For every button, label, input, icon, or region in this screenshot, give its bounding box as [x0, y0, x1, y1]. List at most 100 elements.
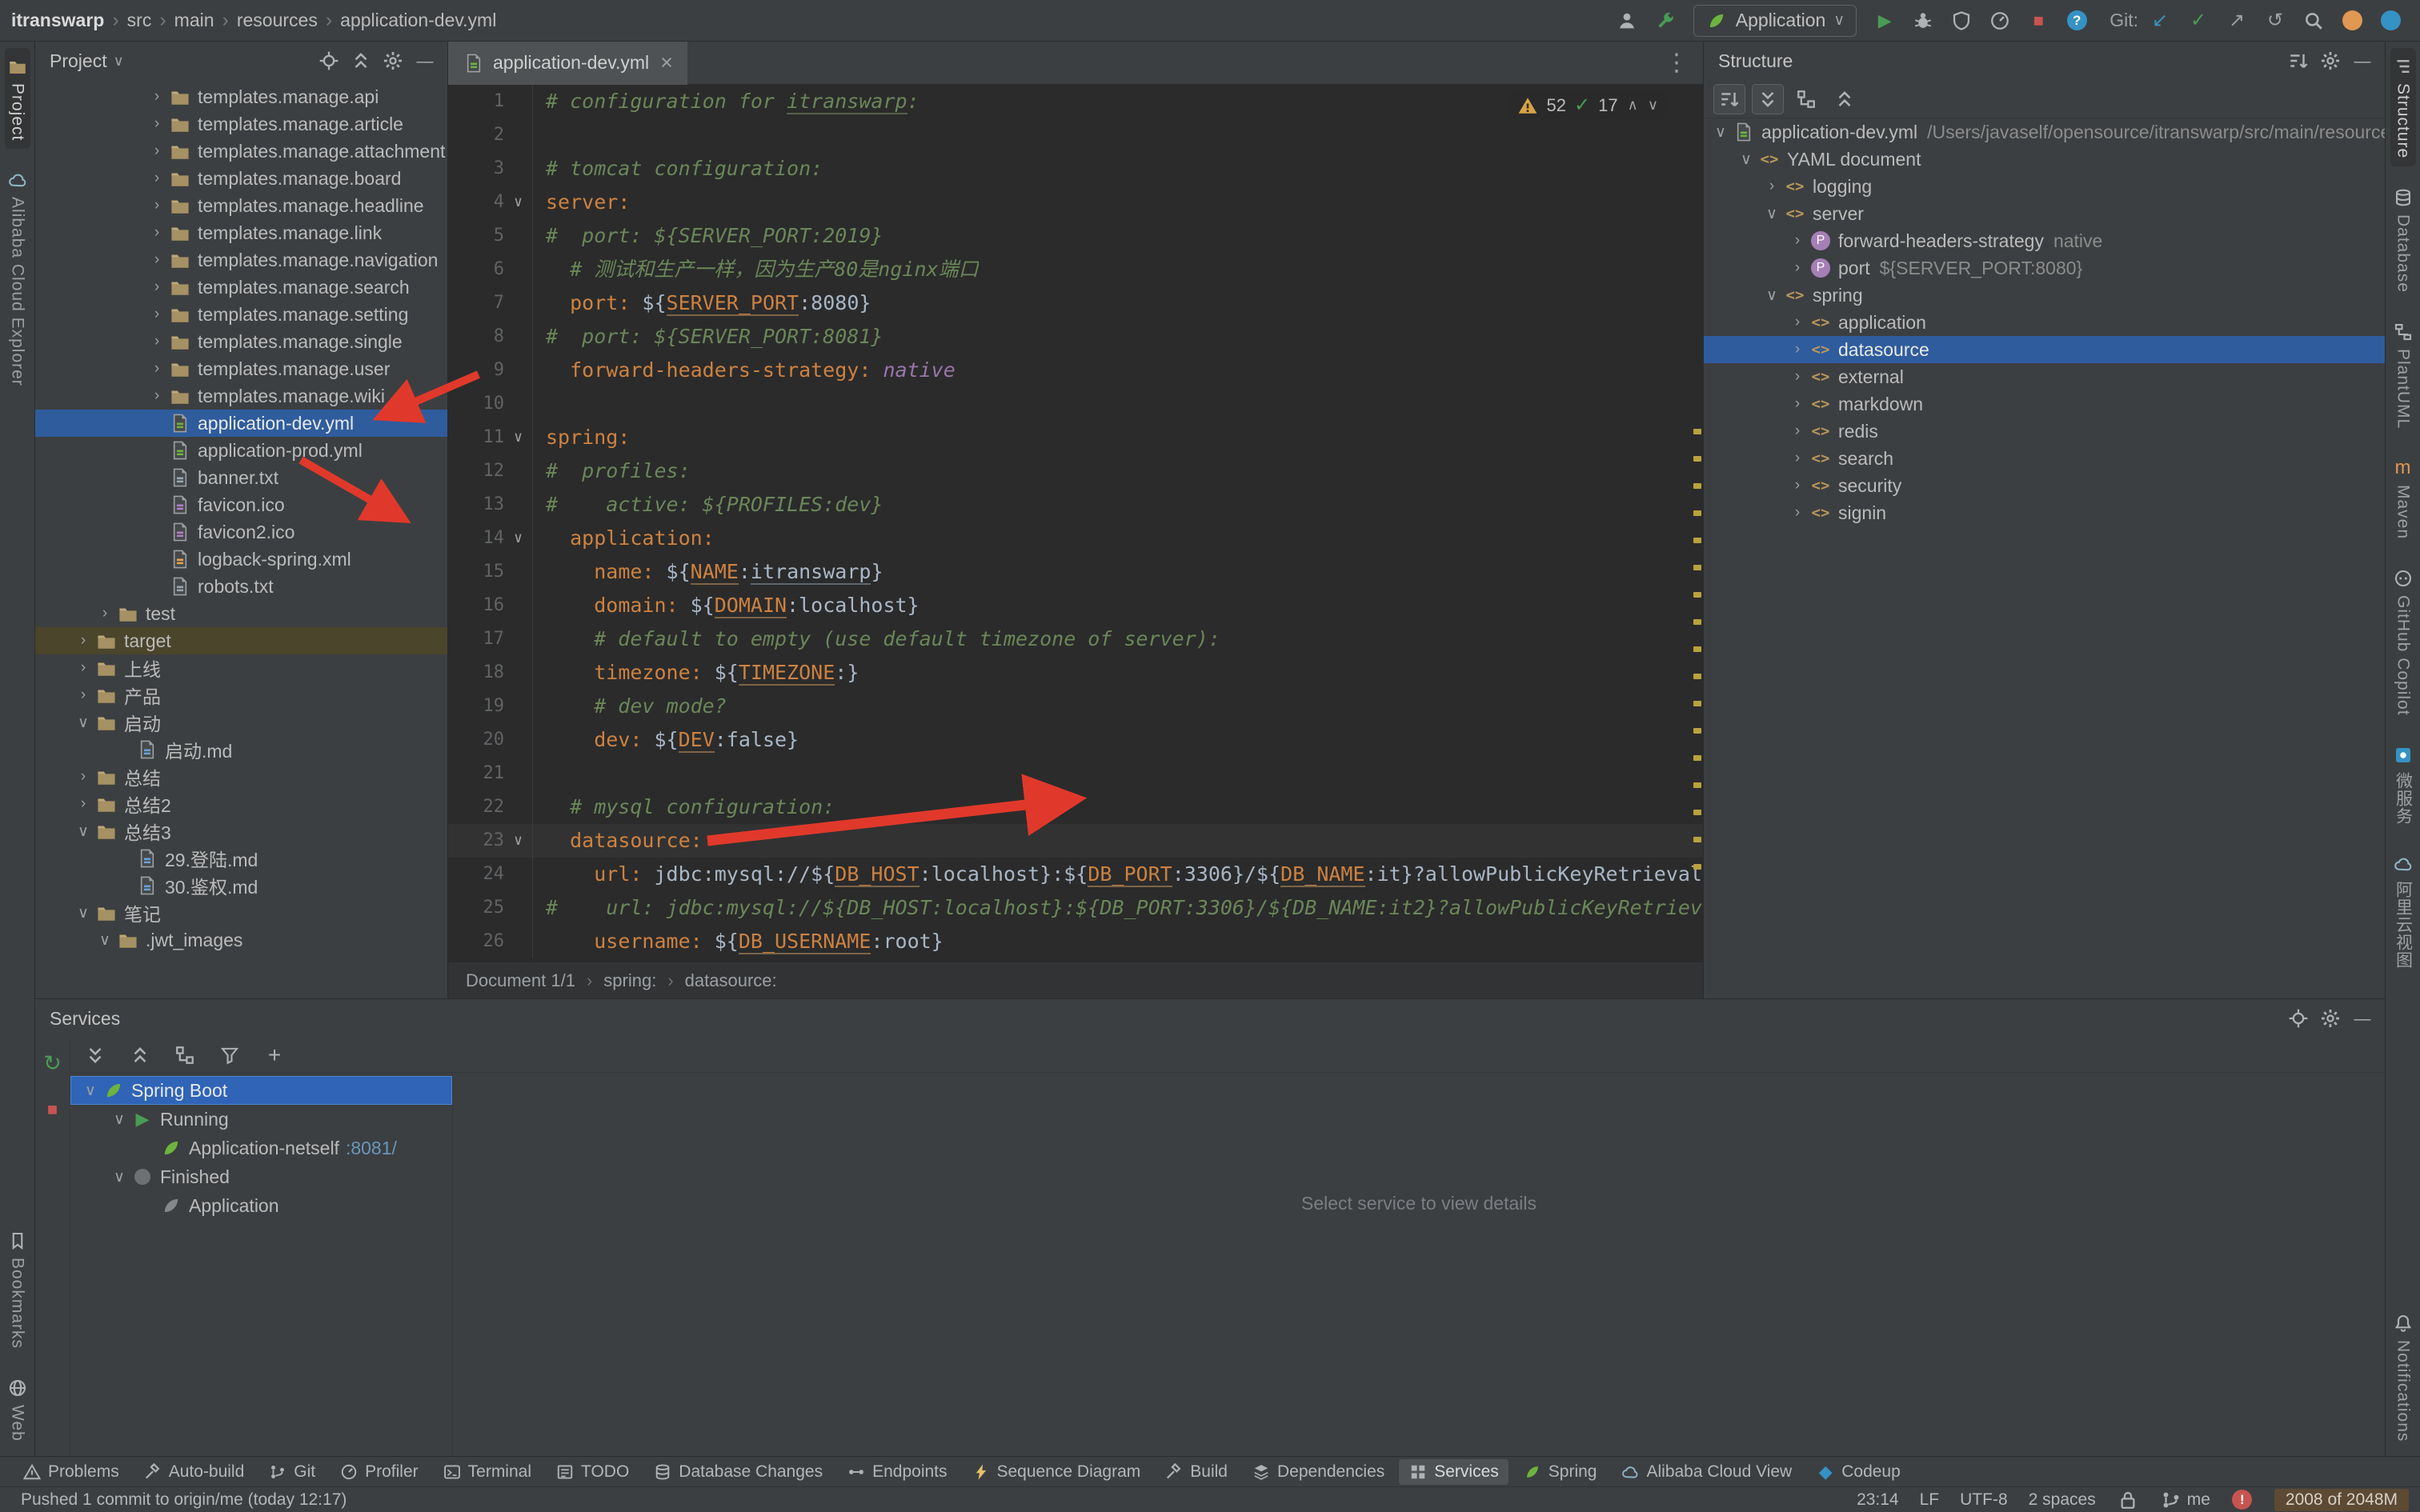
build-tool-button[interactable] — [1647, 5, 1684, 37]
tab-options-icon[interactable]: ⋮ — [1650, 49, 1703, 77]
breadcrumb-item-itranswarp[interactable]: itranswarp — [11, 10, 104, 31]
project-settings-button[interactable] — [377, 46, 409, 75]
structure-node-datasource[interactable]: ›<>datasource — [1704, 336, 2385, 363]
tool-window-button-spring[interactable]: Spring — [1513, 1459, 1607, 1485]
warning-stripe-mark[interactable] — [1693, 456, 1701, 462]
stop-button[interactable]: ■ — [2020, 5, 2057, 37]
project-item-templates-manage-wiki[interactable]: ›templates.manage.wiki — [35, 382, 447, 410]
sort-alphabetically-button[interactable] — [1713, 84, 1745, 114]
code-line-13[interactable]: 13# active: ${PROFILES:dev} — [448, 488, 1703, 522]
warning-stripe-mark[interactable] — [1693, 701, 1701, 706]
fold-marker-icon[interactable]: ∨ — [504, 421, 533, 454]
fold-marker-icon[interactable]: ∨ — [504, 522, 533, 555]
chevron-right-icon[interactable]: › — [1785, 477, 1809, 494]
indent-widget[interactable]: 2 spaces — [2029, 1490, 2096, 1510]
git-branch-widget[interactable]: me — [2160, 1489, 2210, 1511]
project-item-总结2[interactable]: ›总结2 — [35, 790, 447, 818]
code-line-19[interactable]: 19 # dev mode? — [448, 690, 1703, 723]
editor-breadcrumb-spring[interactable]: spring: — [603, 970, 656, 991]
project-item-笔记[interactable]: ∨笔记 — [35, 899, 447, 926]
warning-stripe-mark[interactable] — [1693, 538, 1701, 543]
user-account-button[interactable] — [1609, 5, 1645, 37]
project-item-jwt-images[interactable]: ∨.jwt_images — [35, 926, 447, 954]
structure-node-application-dev-yml[interactable]: ∨application-dev.yml/Users/javaself/open… — [1704, 118, 2385, 146]
help-button[interactable]: ? — [2058, 5, 2095, 37]
project-item-favicon2-ico[interactable]: favicon2.ico — [35, 518, 447, 546]
chevron-right-icon[interactable]: › — [71, 686, 95, 704]
code-line-7[interactable]: 7 port: ${SERVER_PORT:8080} — [448, 286, 1703, 320]
vcs-update-button[interactable]: ↙ — [2142, 5, 2178, 37]
breadcrumb-item-src[interactable]: src — [127, 10, 152, 31]
project-item-templates-manage-attachment[interactable]: ›templates.manage.attachment — [35, 138, 447, 165]
code-line-26[interactable]: 26 username: ${DB_USERNAME:root} — [448, 925, 1703, 958]
memory-indicator[interactable]: 2008 of 2048M — [2274, 1489, 2409, 1511]
warning-stripe-mark[interactable] — [1693, 646, 1701, 652]
line-ending-widget[interactable]: LF — [1920, 1490, 1940, 1510]
code-editor[interactable]: 1# configuration for itranswarp:23# tomc… — [448, 85, 1703, 962]
project-item-templates-manage-navigation[interactable]: ›templates.manage.navigation — [35, 246, 447, 274]
services-options-button[interactable] — [2282, 1004, 2314, 1033]
structure-node-server[interactable]: ∨<>server — [1704, 200, 2385, 227]
add-service-button[interactable]: + — [256, 1039, 293, 1071]
encoding-widget[interactable]: UTF-8 — [1960, 1490, 2008, 1510]
hide-project-button[interactable]: — — [409, 46, 441, 75]
chevron-right-icon[interactable]: › — [145, 142, 169, 160]
project-item-application-prod-yml[interactable]: application-prod.yml — [35, 437, 447, 464]
chevron-down-icon[interactable]: ∨ — [93, 931, 117, 950]
warning-stripe-mark[interactable] — [1693, 429, 1701, 434]
code-line-25[interactable]: 25# url: jdbc:mysql://${DB_HOST:localhos… — [448, 891, 1703, 925]
chevron-right-icon[interactable]: › — [145, 360, 169, 378]
hide-services-button[interactable]: — — [2346, 1004, 2378, 1033]
event-log-error-icon[interactable]: ! — [2231, 1489, 2254, 1511]
breadcrumb-item-application-dev-yml[interactable]: application-dev.yml — [340, 10, 496, 31]
structure-settings-button[interactable] — [2314, 46, 2346, 75]
chevron-right-icon[interactable]: › — [1785, 422, 1809, 440]
tool-stripe-notifications[interactable]: Notifications — [2390, 1305, 2416, 1450]
service-node-finished[interactable]: ∨Finished — [70, 1162, 452, 1191]
chevron-right-icon[interactable]: › — [93, 605, 117, 622]
chevron-down-icon[interactable]: ∨ — [71, 904, 95, 922]
chevron-right-icon[interactable]: › — [71, 632, 95, 650]
tool-stripe-structure[interactable]: Structure — [2390, 48, 2416, 166]
warning-stripe-mark[interactable] — [1693, 483, 1701, 489]
group-services-button[interactable] — [166, 1039, 203, 1071]
warning-stripe-mark[interactable] — [1693, 619, 1701, 625]
chevron-right-icon[interactable]: › — [145, 170, 169, 187]
chevron-down-icon[interactable]: ∨ — [71, 714, 95, 732]
tool-stripe-阿里云视图[interactable]: 阿里云视图 — [2389, 846, 2418, 977]
project-item-templates-manage-headline[interactable]: ›templates.manage.headline — [35, 192, 447, 219]
structure-sort-button[interactable] — [2282, 46, 2314, 75]
chevron-right-icon[interactable]: › — [71, 768, 95, 786]
chevron-right-icon[interactable]: › — [1785, 314, 1809, 331]
expand-with-children-button[interactable] — [1752, 84, 1784, 114]
expand-all-button[interactable] — [77, 1039, 114, 1071]
chevron-down-icon[interactable]: ∨ — [71, 822, 95, 841]
project-item-templates-manage-single[interactable]: ›templates.manage.single — [35, 328, 447, 355]
structure-node-spring[interactable]: ∨<>spring — [1704, 282, 2385, 309]
tool-window-button-terminal[interactable]: Terminal — [433, 1459, 541, 1485]
code-line-4[interactable]: 4∨server: — [448, 186, 1703, 219]
project-item-templates-manage-setting[interactable]: ›templates.manage.setting — [35, 301, 447, 328]
chevron-down-icon[interactable]: ∨ — [1760, 286, 1784, 305]
structure-node-forward-headers-strategy[interactable]: ›Pforward-headers-strategynative — [1704, 227, 2385, 254]
chevron-down-icon[interactable]: ∨ — [107, 1168, 131, 1186]
chevron-right-icon[interactable]: › — [1785, 368, 1809, 386]
filter-services-button[interactable] — [211, 1039, 248, 1071]
tool-window-button-build[interactable]: Build — [1155, 1459, 1237, 1485]
code-line-11[interactable]: 11∨spring: — [448, 421, 1703, 454]
structure-node-yaml-document[interactable]: ∨<>YAML document — [1704, 146, 2385, 173]
project-item-target[interactable]: ›target — [35, 627, 447, 654]
chevron-right-icon[interactable]: › — [1785, 395, 1809, 413]
tool-window-button-sequence-diagram[interactable]: Sequence Diagram — [962, 1459, 1151, 1485]
stop-service-button[interactable]: ■ — [35, 1094, 71, 1126]
project-item-templates-manage-link[interactable]: ›templates.manage.link — [35, 219, 447, 246]
structure-node-security[interactable]: ›<>security — [1704, 472, 2385, 499]
project-item-templates-manage-article[interactable]: ›templates.manage.article — [35, 110, 447, 138]
editor-tab-application-dev-yml[interactable]: application-dev.yml × — [448, 42, 687, 85]
structure-node-signin[interactable]: ›<>signin — [1704, 499, 2385, 526]
code-line-14[interactable]: 14∨ application: — [448, 522, 1703, 555]
locate-file-button[interactable] — [313, 46, 345, 75]
code-line-16[interactable]: 16 domain: ${DOMAIN:localhost} — [448, 589, 1703, 622]
code-line-12[interactable]: 12# profiles: — [448, 454, 1703, 488]
tool-stripe-alibaba-cloud-explorer[interactable]: Alibaba Cloud Explorer — [5, 162, 30, 394]
